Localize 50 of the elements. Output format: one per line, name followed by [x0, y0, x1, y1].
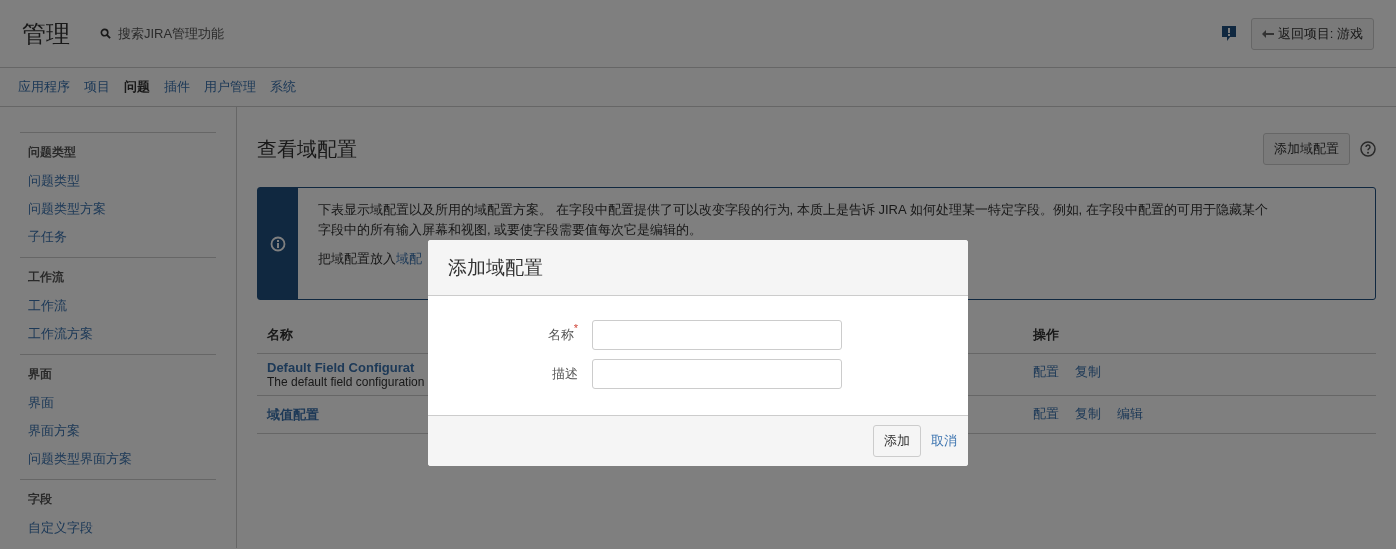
feedback-icon[interactable]: [1220, 24, 1237, 43]
input-field[interactable]: [592, 320, 842, 350]
sidebar-link[interactable]: 工作流: [28, 292, 216, 320]
sidebar-link[interactable]: 界面: [28, 389, 216, 417]
add-field-config-button[interactable]: 添加域配置: [1263, 133, 1350, 165]
config-description: The default field configuration: [267, 375, 425, 389]
sidebar-link[interactable]: 问题类型界面方案: [28, 445, 216, 473]
nav-tab[interactable]: 项目: [84, 78, 110, 96]
column-header: 名称: [267, 325, 293, 344]
required-marker: *: [573, 323, 578, 334]
action-link[interactable]: 复制: [1075, 405, 1101, 423]
field-label: 描述: [552, 365, 578, 383]
sidebar-link[interactable]: 问题类型方案: [28, 195, 216, 223]
info-text: 下表显示域配置以及所用的域配置方案。 在字段中配置提供了可以改变字段的行为, 本质上是告诉 JIRA 如何处理某一特定字段。例如, 在字段中配置的可用于隐藏某个字段中的所有输入屏幕和视图, 或要使字段需要值每次它是编辑的。: [318, 201, 1269, 239]
help-icon[interactable]: [1360, 141, 1376, 157]
action-link[interactable]: 复制: [1075, 363, 1101, 381]
config-name-link[interactable]: Default Field Configurat: [267, 360, 415, 375]
config-name-link[interactable]: 域值配置: [267, 405, 319, 424]
page-heading: 查看域配置: [257, 136, 357, 162]
page-title: 管理: [22, 18, 70, 49]
sidebar-heading: 问题类型: [28, 144, 77, 161]
nav-tab[interactable]: 问题: [124, 78, 150, 96]
action-link[interactable]: 编辑: [1117, 405, 1143, 423]
field-label: 名称: [547, 327, 574, 344]
nav-tab[interactable]: 系统: [270, 78, 296, 96]
action-link[interactable]: 配置: [1033, 405, 1059, 423]
sidebar-link[interactable]: 工作流方案: [28, 320, 216, 348]
cancel-link[interactable]: 取消: [931, 432, 957, 450]
action-link[interactable]: 配置: [1033, 363, 1059, 381]
input-field[interactable]: [592, 359, 842, 389]
dialog-title: 添加域配置: [448, 255, 543, 280]
info-text: 把域配置放入: [318, 250, 396, 268]
search-field[interactable]: 搜索JIRA管理功能: [116, 25, 316, 42]
sidebar-link[interactable]: 问题类型: [28, 167, 216, 195]
nav-tab[interactable]: 应用程序: [18, 78, 70, 96]
sidebar-heading: 工作流: [28, 269, 65, 286]
search-icon: [100, 28, 111, 39]
scheme-link[interactable]: 域配: [396, 250, 422, 268]
info-icon: [270, 235, 286, 252]
add-button[interactable]: 添加: [873, 425, 921, 457]
sidebar-link[interactable]: 自定义字段: [28, 514, 216, 542]
sidebar-heading: 界面: [28, 366, 53, 383]
back-arrow-icon: [1261, 29, 1274, 38]
column-header: 操作: [1033, 325, 1059, 344]
sidebar-link[interactable]: 界面方案: [28, 417, 216, 445]
sidebar-link[interactable]: 子任务: [28, 223, 216, 251]
nav-tab[interactable]: 用户管理: [204, 78, 256, 96]
back-button[interactable]: 返回项目: 游戏: [1250, 17, 1374, 50]
nav-tab[interactable]: 插件: [164, 78, 190, 96]
sidebar-heading: 字段: [28, 491, 53, 508]
